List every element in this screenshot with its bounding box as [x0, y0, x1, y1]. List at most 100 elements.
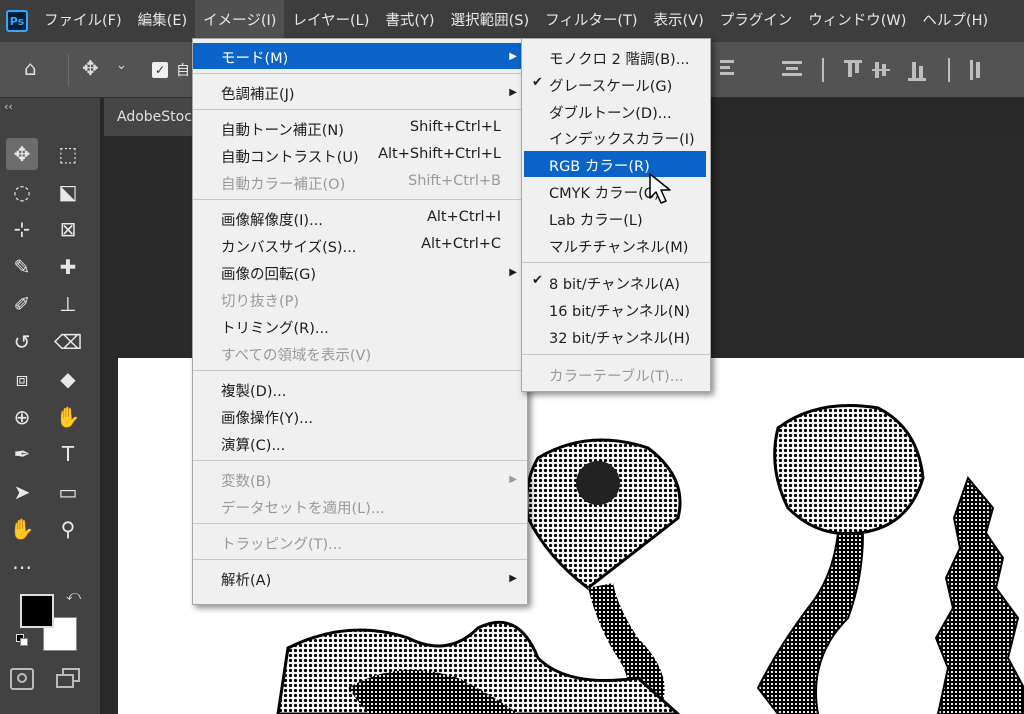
options-separator	[68, 54, 69, 86]
align-icons	[720, 58, 980, 82]
menu-separator	[193, 523, 527, 525]
quick-mask-icon[interactable]	[10, 668, 34, 690]
home-icon[interactable]: ⌂	[24, 56, 37, 80]
mode-menu-item[interactable]: ダブルトーン(D)...	[524, 98, 706, 124]
menubar-item[interactable]: プラグイン	[712, 0, 801, 42]
menubar: Ps ファイル(F) 編集(E) イメージ(I) レイヤー(L) 書式(Y) 選択範囲(S…	[0, 0, 1024, 42]
menu-item-label: モノクロ 2 階調(B)...	[549, 52, 690, 68]
pen-tool-icon[interactable]: ✒	[6, 438, 38, 470]
dodge-tool-icon[interactable]: ⊕	[6, 401, 38, 433]
mode-menu-item[interactable]: RGB カラー(R)	[524, 151, 706, 178]
rectangle-tool-icon[interactable]: ▭	[52, 476, 84, 508]
brush-tool-icon[interactable]: ✐	[6, 288, 38, 320]
menubar-item[interactable]: フィルター(T)	[537, 0, 645, 42]
menu-item-label: 変数(B)	[221, 474, 272, 490]
image-menu-item[interactable]: 複製(D)...	[193, 376, 527, 402]
menu-separator	[193, 109, 527, 111]
mode-menu-item[interactable]: 16 bit/チャンネル(N)	[524, 296, 706, 322]
menu-item-label: 演算(C)...	[221, 438, 286, 454]
mode-menu-item[interactable]: インデックスカラー(I)	[524, 124, 706, 150]
menu-item-label: 画像解像度(I)...	[221, 213, 323, 229]
menu-item-shortcut: Alt+Shift+Ctrl+L	[378, 146, 501, 162]
image-menu-item: 変数(B) ▶	[193, 466, 527, 492]
object-select-tool-icon[interactable]: ⬕	[52, 176, 84, 208]
menu-item-label: 32 bit/チャンネル(H)	[549, 331, 691, 347]
auto-select-label: 自	[176, 63, 190, 79]
lasso-tool-icon[interactable]: ◌	[6, 176, 38, 208]
menubar-item[interactable]: 書式(Y)	[377, 0, 442, 42]
menu-item-shortcut: Alt+Ctrl+C	[421, 236, 501, 252]
stamp-tool-icon[interactable]: ⊥	[52, 288, 84, 320]
menu-item-label: ダブルトーン(D)...	[549, 105, 672, 122]
healing-brush-tool-icon[interactable]: ✚	[52, 251, 84, 283]
menu-item-label: カンバスサイズ(S)...	[221, 240, 357, 256]
image-menu-item[interactable]: 画像の回転(G) ▶	[193, 259, 527, 285]
move-tool-icon[interactable]: ✥	[6, 138, 38, 170]
image-menu-item[interactable]: 自動トーン補正(N) Shift+Ctrl+L	[193, 115, 527, 141]
eraser-tool-icon[interactable]: ⌫	[52, 326, 84, 358]
zoom-tool-icon[interactable]: ⚲	[52, 513, 84, 545]
menubar-item[interactable]: 選択範囲(S)	[443, 0, 538, 42]
more-tools-icon[interactable]: ⋯	[6, 551, 38, 583]
menubar-item[interactable]: ウィンドウ(W)	[800, 0, 914, 42]
menu-item-label: トリミング(R)...	[221, 321, 329, 337]
image-menu: モード(M) ▶ 色調補正(J) ▶ 自動トーン補正(N) Shift+Ctrl+L 自動コ…	[192, 38, 528, 605]
menu-separator	[193, 199, 527, 201]
menubar-item[interactable]: イメージ(I)	[195, 0, 285, 42]
history-brush-tool-icon[interactable]: ↺	[6, 326, 38, 358]
paint-bucket-tool-icon[interactable]: ⧈	[6, 363, 38, 395]
frame-tool-icon[interactable]: ⊠	[52, 213, 84, 245]
submenu-arrow-icon: ▶	[509, 51, 517, 62]
swap-colors-icon[interactable]: ⤺	[66, 588, 81, 604]
blur-tool-icon[interactable]: ◆	[52, 363, 84, 395]
foreground-color-swatch[interactable]	[20, 594, 54, 628]
menu-item-label: 自動トーン補正(N)	[221, 123, 344, 139]
submenu-arrow-icon: ▶	[509, 87, 517, 98]
document-tab[interactable]: AdobeStock	[104, 98, 204, 136]
image-menu-item: 切り抜き(P)	[193, 286, 527, 312]
menubar-item[interactable]: ヘルプ(H)	[914, 0, 996, 42]
menu-item-shortcut: Alt+Ctrl+I	[426, 209, 501, 225]
collapse-panel-icon[interactable]: ‹‹	[4, 100, 13, 113]
eyedropper-tool-icon[interactable]: ✎	[6, 251, 38, 283]
marquee-tool-icon[interactable]: ⬚	[52, 138, 84, 170]
menu-item-label: トラッピング(T)...	[221, 537, 342, 553]
hand-tool-icon[interactable]: ✋	[6, 513, 38, 545]
image-menu-item[interactable]: 解析(A) ▶	[193, 565, 527, 591]
image-menu-item[interactable]: モード(M) ▶	[193, 43, 527, 69]
menu-item-label: 自動コントラスト(U)	[221, 150, 359, 166]
image-menu-item[interactable]: 演算(C)...	[193, 430, 527, 456]
menubar-item[interactable]: レイヤー(L)	[284, 0, 377, 42]
mode-menu-item[interactable]: ✔ 8 bit/チャンネル(A)	[524, 269, 706, 295]
type-tool-icon[interactable]: T	[52, 438, 84, 470]
smudge-tool-icon[interactable]: ✋	[52, 401, 84, 433]
menu-item-label: 8 bit/チャンネル(A)	[549, 277, 680, 294]
menu-separator	[193, 460, 527, 462]
mode-menu-item[interactable]: CMYK カラー(C)	[524, 178, 706, 204]
image-menu-item[interactable]: 画像解像度(I)... Alt+Ctrl+I	[193, 205, 527, 231]
mode-menu-item[interactable]: マルチチャンネル(M)	[524, 232, 706, 258]
menu-item-label: インデックスカラー(I)	[549, 132, 695, 149]
menu-separator	[193, 370, 527, 372]
menu-item-label: CMYK カラー(C)	[549, 186, 660, 202]
default-colors-icon[interactable]	[16, 634, 28, 646]
chevron-down-icon[interactable]: ⌄	[116, 58, 127, 73]
menubar-item[interactable]: 表示(V)	[646, 0, 712, 42]
crop-tool-icon[interactable]: ⊹	[6, 213, 38, 245]
image-menu-item[interactable]: 画像操作(Y)...	[193, 403, 527, 429]
submenu-arrow-icon: ▶	[509, 573, 517, 584]
path-select-tool-icon[interactable]: ➤	[6, 476, 38, 508]
mode-menu-item[interactable]: モノクロ 2 階調(B)...	[524, 44, 706, 70]
image-menu-item[interactable]: 自動コントラスト(U) Alt+Shift+Ctrl+L	[193, 142, 527, 168]
mode-menu-item[interactable]: 32 bit/チャンネル(H)	[524, 323, 706, 349]
mode-menu-item[interactable]: Lab カラー(L)	[524, 205, 706, 231]
image-menu-item[interactable]: カンバスサイズ(S)... Alt+Ctrl+C	[193, 232, 527, 258]
menubar-item[interactable]: 編集(E)	[130, 0, 195, 42]
menu-item-label: 画像操作(Y)...	[221, 411, 313, 427]
mode-menu-item[interactable]: ✔ グレースケール(G)	[524, 71, 706, 97]
menubar-item[interactable]: ファイル(F)	[36, 0, 130, 42]
image-menu-item[interactable]: トリミング(R)...	[193, 313, 527, 339]
auto-select-checkbox[interactable]: ✓	[152, 62, 168, 78]
screen-mode-icon[interactable]	[56, 668, 82, 690]
image-menu-item[interactable]: 色調補正(J) ▶	[193, 79, 527, 105]
